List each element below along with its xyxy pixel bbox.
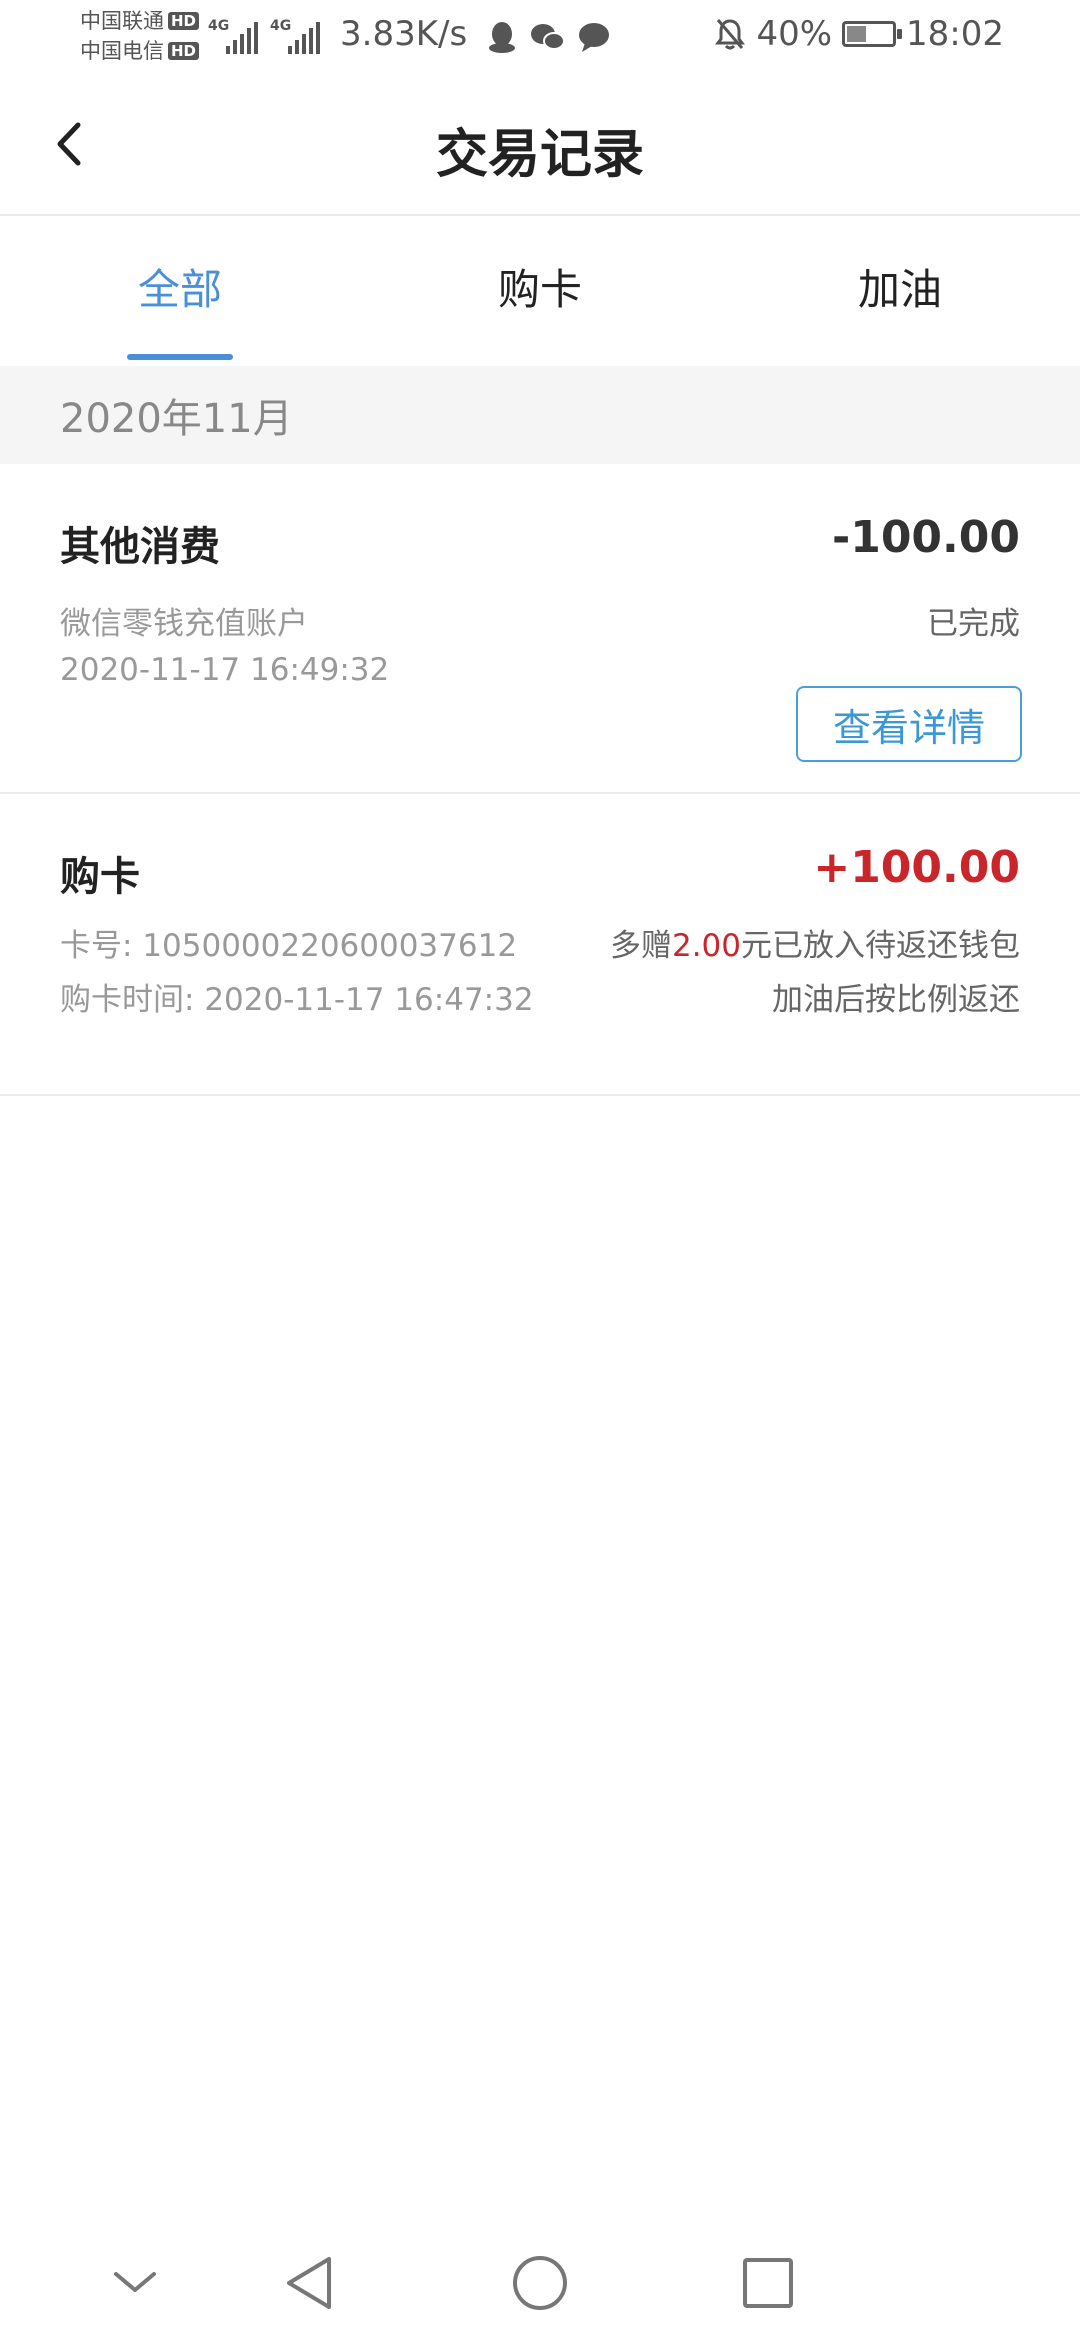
card-number-value: 1050000220600037612	[142, 928, 518, 964]
square-recents-icon	[743, 2258, 793, 2308]
record-bonus-info: 多赠2.00元已放入待返还钱包	[610, 920, 1020, 965]
tab-label: 购卡	[497, 264, 582, 314]
wechat-icon	[531, 24, 565, 50]
purchase-time-value: 2020-11-17 16:47:32	[204, 982, 534, 1018]
record-refund-note: 加油后按比例返还	[772, 982, 1020, 1018]
network-type-label: 4G	[270, 18, 292, 34]
carrier-1-name: 中国联通	[80, 9, 164, 33]
record-time: 2020-11-17 16:49:32	[60, 652, 390, 688]
bonus-amount: 2.00	[671, 928, 741, 964]
clock: 18:02	[906, 14, 1004, 54]
card-number-label: 卡号:	[60, 928, 143, 964]
notification-icons	[487, 20, 611, 54]
signal-strength-icon: 4G	[270, 18, 320, 54]
nav-back-button[interactable]	[264, 2238, 354, 2328]
bonus-suffix: 元已放入待返还钱包	[741, 928, 1020, 964]
message-icon	[579, 23, 609, 52]
network-speed: 3.83K/s	[340, 14, 468, 54]
triangle-back-icon	[287, 2257, 331, 2309]
tab-bar: 全部 购卡 加油	[0, 218, 1080, 366]
tab-label: 加油	[857, 264, 942, 314]
transaction-record[interactable]: 其他消费 -100.00 微信零钱充值账户 2020-11-17 16:49:3…	[0, 464, 1080, 794]
system-navigation-bar	[0, 2220, 1080, 2340]
record-amount: -100.00	[831, 512, 1020, 563]
tab-buy-card[interactable]: 购卡	[360, 218, 720, 366]
tab-label: 全部	[137, 264, 222, 314]
tab-refuel[interactable]: 加油	[720, 218, 1080, 366]
battery-percent: 40%	[756, 14, 833, 54]
bonus-prefix: 多赠	[609, 928, 672, 964]
battery-icon	[842, 21, 903, 47]
page-title: 交易记录	[435, 125, 644, 185]
tab-active-indicator	[127, 354, 233, 360]
nav-recents-button[interactable]	[723, 2238, 813, 2328]
record-amount: +100.00	[813, 842, 1020, 893]
carrier-2-name: 中国电信	[80, 39, 164, 63]
record-title: 其他消费	[60, 524, 220, 570]
purchase-time-label: 购卡时间:	[60, 982, 205, 1018]
title-bar: 交易记录	[0, 72, 1080, 216]
signal-strength-icon: 4G	[208, 18, 258, 54]
system-status: 40% 18:02	[714, 14, 1004, 54]
transaction-record[interactable]: 购卡 +100.00 卡号: 1050000220600037612 购卡时间:…	[0, 794, 1080, 1096]
carrier-1: 中国联通 HD	[80, 6, 200, 36]
month-header: 2020年11月	[0, 366, 1080, 464]
mute-bell-icon	[715, 19, 746, 50]
hide-nav-button[interactable]	[90, 2238, 180, 2328]
hd-badge: HD	[168, 12, 200, 30]
tab-all[interactable]: 全部	[0, 218, 360, 366]
nav-home-button[interactable]	[495, 2238, 585, 2328]
view-details-button[interactable]: 查看详情	[796, 686, 1022, 762]
network-type-label: 4G	[208, 18, 230, 34]
qq-icon	[489, 22, 515, 53]
record-purchase-time: 购卡时间: 2020-11-17 16:47:32	[60, 974, 534, 1019]
hd-badge: HD	[168, 42, 200, 60]
carrier-info: 中国联通 HD 中国电信 HD	[80, 6, 200, 66]
record-title: 购卡	[60, 854, 140, 900]
circle-home-icon	[513, 2256, 567, 2310]
record-status: 已完成	[927, 606, 1020, 642]
status-bar: 中国联通 HD 中国电信 HD 4G 4G 3.83K/s 40% 18:02	[0, 0, 1080, 72]
record-card-number: 卡号: 1050000220600037612	[60, 920, 517, 965]
carrier-2: 中国电信 HD	[80, 36, 200, 66]
record-account: 微信零钱充值账户	[60, 606, 308, 642]
chevron-down-icon	[114, 2272, 156, 2292]
